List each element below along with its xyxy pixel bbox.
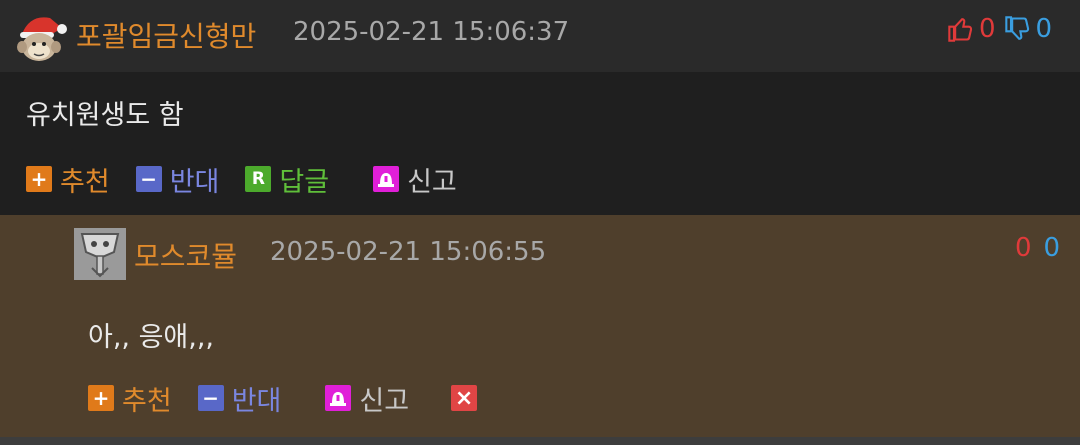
report-label: 신고 [407,166,457,198]
plus-icon: + [26,166,52,192]
recommend-button[interactable]: + 추천 [88,379,172,418]
comment-actions: + 추천 − 반대 신고 × [88,379,511,418]
siren-icon [373,166,400,192]
oppose-label: 반대 [231,385,282,417]
downvote-count: 0 [1035,14,1053,44]
minus-icon: − [197,385,224,411]
oppose-button[interactable]: − 반대 [197,379,282,418]
vote-counts: 0 0 [947,14,1052,44]
vote-counts: 0 0 [1015,233,1060,263]
thumbs-up-icon[interactable] [947,15,975,43]
siren-icon [325,385,352,411]
delete-button[interactable]: × [451,385,485,411]
thumbs-down-icon[interactable] [1004,15,1032,43]
upvote-count[interactable]: 0 [1015,233,1032,263]
skull-crest-avatar-icon[interactable] [74,228,126,280]
report-label: 신고 [359,385,410,417]
monkey-avatar-icon[interactable] [12,12,68,62]
comment: 포괄임금신형만 2025-02-21 15:06:37 0 0 유치원생도 함 … [0,0,1080,215]
reply-label: 답글 [279,166,330,198]
upvote-count: 0 [979,14,996,44]
oppose-button[interactable]: − 반대 [135,160,220,199]
comment-actions: + 추천 − 반대 R 답글 신고 [26,160,483,199]
comment-author[interactable]: 모스코뮬 [134,235,237,275]
reply-r-icon: R [245,166,272,192]
divider [0,437,1080,445]
reply-button[interactable]: R 답글 [245,160,329,199]
comment-author[interactable]: 포괄임금신형만 [76,15,256,55]
minus-icon: − [135,166,162,192]
recommend-label: 추천 [60,166,110,198]
comment-timestamp: 2025-02-21 15:06:37 [293,17,570,47]
report-button[interactable]: 신고 [373,160,457,199]
reply-comment: 모스코뮬 2025-02-21 15:06:55 0 0 아,, 응애,,, +… [0,215,1080,437]
plus-icon: + [88,385,114,411]
comment-timestamp: 2025-02-21 15:06:55 [270,237,547,267]
close-icon: × [451,385,478,411]
comment-body: 아,, 응애,,, [88,322,215,353]
oppose-label: 반대 [169,166,220,198]
report-button[interactable]: 신고 [325,379,409,418]
comment-body: 유치원생도 함 [26,100,184,131]
recommend-label: 추천 [122,385,172,417]
recommend-button[interactable]: + 추천 [26,160,110,199]
downvote-count[interactable]: 0 [1044,233,1061,263]
